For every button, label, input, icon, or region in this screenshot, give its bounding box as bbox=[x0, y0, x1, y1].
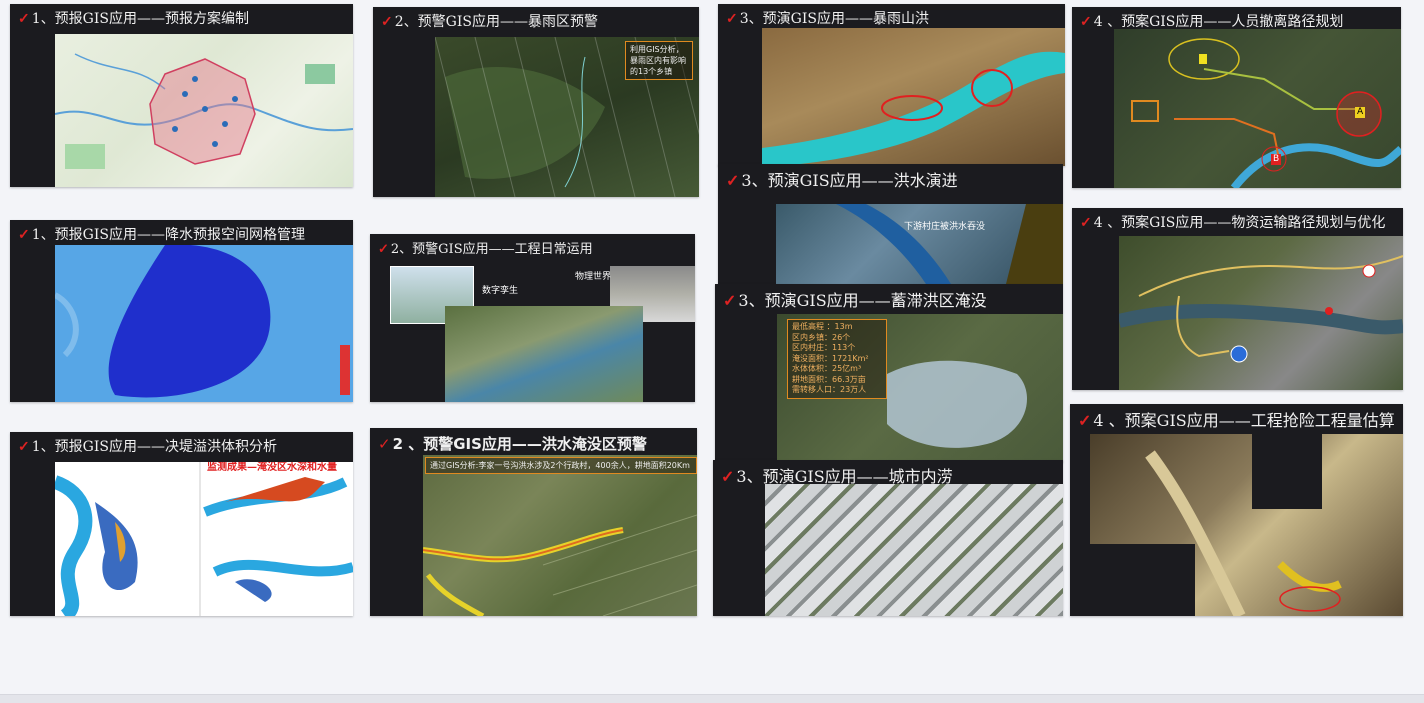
card-title: ✓ 4 、预案GIS应用——工程抢险工程量估算 bbox=[1078, 411, 1395, 430]
check-icon: ✓ bbox=[1078, 411, 1092, 430]
flood-label: 下游村庄被洪水吞没 bbox=[904, 222, 986, 232]
check-icon: ✓ bbox=[18, 439, 30, 455]
card-flood-routing[interactable]: ✓ 3、预演GIS应用——洪水演进 下游村庄被洪水吞没 bbox=[718, 164, 1063, 284]
card-detention-area[interactable]: ✓ 3、预演GIS应用——蓄滞洪区淹没 最低高程 ：13m 区内乡镇：26个 区内… bbox=[715, 284, 1063, 462]
check-icon: ✓ bbox=[723, 291, 737, 310]
town-aerial bbox=[1119, 236, 1403, 390]
rain-map: 利用GIS分析，暴雨区内有影响的13个乡镇 bbox=[435, 37, 699, 197]
analysis-note: 利用GIS分析，暴雨区内有影响的13个乡镇 bbox=[625, 41, 693, 80]
check-icon: ✓ bbox=[18, 11, 30, 27]
stat-row: 水体体积：25亿m³ bbox=[792, 364, 862, 373]
card-urban-waterlogging[interactable]: ✓ 3、预演GIS应用——城市内涝 bbox=[713, 460, 1063, 616]
check-icon: ✓ bbox=[726, 11, 738, 27]
card-evacuation-route[interactable]: ✓ 4 、预案GIS应用——人员撤离路径规划 A B bbox=[1072, 7, 1401, 188]
card-breach-volume[interactable]: ✓ 1、预报GIS应用——决堤溢洪体积分析 监测成果—淹没区水深和水量 bbox=[10, 432, 353, 616]
valley-3d bbox=[762, 28, 1065, 166]
basin-map bbox=[55, 53, 353, 169]
check-icon: ✓ bbox=[721, 467, 735, 486]
flood-routing-3d: 下游村庄被洪水吞没 bbox=[776, 204, 1063, 284]
card-title: ✓ 1、预报GIS应用——降水预报空间网格管理 bbox=[18, 227, 305, 243]
pin-b: B bbox=[1271, 154, 1282, 165]
card-title: ✓ 3、预演GIS应用——城市内涝 bbox=[721, 467, 953, 486]
card-title: ✓ 3、预演GIS应用——洪水演进 bbox=[726, 171, 958, 190]
card-flash-flood[interactable]: ✓ 3、预演GIS应用——暴雨山洪 bbox=[718, 4, 1065, 166]
evacuation-map: A B bbox=[1114, 29, 1401, 188]
check-icon: ✓ bbox=[378, 435, 391, 453]
card-rainstorm-warning[interactable]: ✓ 2、预警GIS应用——暴雨区预警 利用GIS分析，暴雨区内有影响的13个乡镇 bbox=[373, 7, 699, 197]
card-daily-operation[interactable]: ✓ 2、预警GIS应用——工程日常运用 数字孪生 物理世界 bbox=[370, 234, 695, 402]
stat-row: 需转移人口：23万人 bbox=[792, 385, 867, 394]
physical-world-label: 物理世界 bbox=[575, 272, 612, 282]
card-supply-route[interactable]: ✓ 4 、预案GIS应用——物资运输路径规划与优化 bbox=[1072, 208, 1403, 390]
card-title: ✓ 2、预警GIS应用——暴雨区预警 bbox=[381, 14, 598, 30]
check-icon: ✓ bbox=[18, 227, 30, 243]
card-inundation-warning[interactable]: ✓ 2 、预警GIS应用——洪水淹没区预警 通过GIS分析:李家一号沟洪水涉及2个… bbox=[370, 428, 697, 616]
check-icon: ✓ bbox=[1080, 14, 1092, 30]
card-title: ✓ 3、预演GIS应用——暴雨山洪 bbox=[726, 11, 929, 27]
stat-row: 耕地面积：66.3万亩 bbox=[792, 374, 866, 384]
card-title: ✓ 1、预报GIS应用——预报方案编制 bbox=[18, 11, 249, 27]
stat-row: 淹没面积：1721Km² bbox=[792, 353, 869, 363]
check-icon: ✓ bbox=[381, 14, 393, 30]
map-image bbox=[55, 34, 353, 187]
card-title: ✓ 3、预演GIS应用——蓄滞洪区淹没 bbox=[723, 291, 987, 310]
bottom-bar bbox=[0, 694, 1424, 703]
card-title: ✓ 4 、预案GIS应用——物资运输路径规划与优化 bbox=[1080, 215, 1386, 231]
digital-twin-label: 数字孪生 bbox=[482, 286, 519, 296]
stats-box: 最低高程 ：13m 区内乡镇：26个 区内村庄：113个 淹没面积：1721Km… bbox=[787, 319, 887, 399]
landslide-3d bbox=[1090, 434, 1403, 616]
check-icon: ✓ bbox=[378, 242, 389, 257]
card-precip-grid[interactable]: ✓ 1、预报GIS应用——降水预报空间网格管理 bbox=[10, 220, 353, 402]
panel-title: 监测成果—淹没区水深和水量 bbox=[207, 462, 337, 473]
check-icon: ✓ bbox=[726, 171, 740, 190]
card-emergency-quantity[interactable]: ✓ 4 、预案GIS应用——工程抢险工程量估算 bbox=[1070, 404, 1403, 616]
stat-row: 最低高程 ：13m bbox=[792, 322, 853, 331]
stat-row: 区内乡镇：26个 bbox=[792, 332, 851, 342]
pin-a: A bbox=[1355, 107, 1366, 118]
card-forecast-scheme[interactable]: ✓ 1、预报GIS应用——预报方案编制 bbox=[10, 4, 353, 187]
card-title: ✓ 2、预警GIS应用——工程日常运用 bbox=[378, 242, 593, 257]
stat-row: 区内村庄：113个 bbox=[792, 343, 856, 352]
card-title: ✓ 4 、预案GIS应用——人员撤离路径规划 bbox=[1080, 14, 1344, 30]
card-title: ✓ 2 、预警GIS应用——洪水淹没区预警 bbox=[378, 435, 647, 453]
check-icon: ✓ bbox=[1080, 215, 1092, 231]
card-title: ✓ 1、预报GIS应用——决堤溢洪体积分析 bbox=[18, 439, 277, 455]
reservoir-aerial bbox=[445, 306, 643, 402]
analysis-note: 通过GIS分析:李家一号沟洪水涉及2个行政村，400余人，耕地面积20Km bbox=[425, 457, 697, 474]
farmland-map: 通过GIS分析:李家一号沟洪水涉及2个行政村，400余人，耕地面积20Km bbox=[423, 455, 697, 616]
city-aerial bbox=[765, 484, 1063, 616]
flood-depth-map: 监测成果—淹没区水深和水量 bbox=[55, 462, 353, 616]
precip-map bbox=[55, 245, 353, 402]
